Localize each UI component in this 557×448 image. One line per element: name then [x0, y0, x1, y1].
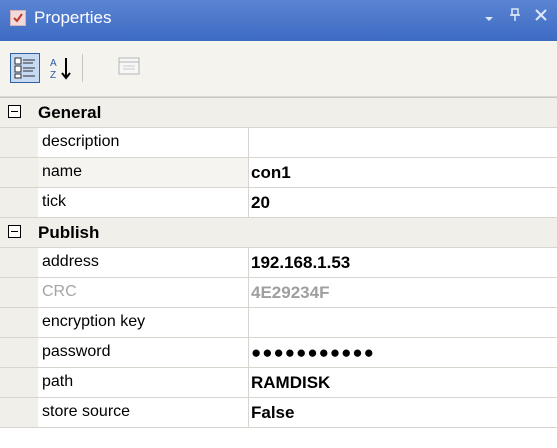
property-name: password — [38, 338, 249, 367]
property-name: name — [38, 158, 249, 187]
property-row-crc[interactable]: CRC 4E29234F — [0, 278, 557, 308]
property-value[interactable]: RAMDISK — [251, 373, 330, 393]
property-name: tick — [38, 188, 249, 217]
close-icon[interactable] — [535, 8, 547, 25]
category-general[interactable]: General — [0, 98, 557, 128]
pin-icon[interactable] — [510, 8, 520, 26]
property-name: CRC — [38, 278, 249, 307]
property-row-password[interactable]: password ●●●●●●●●●●● — [0, 338, 557, 368]
properties-toolbar: A Z — [0, 41, 557, 97]
svg-text:A: A — [50, 58, 57, 69]
property-name: encryption key — [38, 308, 249, 337]
category-publish[interactable]: Publish — [0, 218, 557, 248]
property-row-path[interactable]: path RAMDISK — [0, 368, 557, 398]
property-row-description[interactable]: description — [0, 128, 557, 158]
collapse-icon[interactable] — [8, 105, 21, 118]
svg-text:Z: Z — [50, 70, 56, 81]
property-grid: General description name con1 tick 20 Pu… — [0, 97, 557, 428]
properties-titlebar: Properties — [0, 0, 557, 41]
categorized-icon[interactable] — [10, 53, 40, 83]
property-pages-icon — [116, 53, 146, 83]
property-row-encryption-key[interactable]: encryption key — [0, 308, 557, 338]
property-row-tick[interactable]: tick 20 — [0, 188, 557, 218]
category-label: Publish — [38, 223, 100, 242]
property-value[interactable]: False — [251, 403, 294, 423]
property-value[interactable]: ●●●●●●●●●●● — [251, 343, 375, 363]
collapse-icon[interactable] — [8, 225, 21, 238]
property-row-address[interactable]: address 192.168.1.53 — [0, 248, 557, 278]
property-name: path — [38, 368, 249, 397]
dropdown-icon[interactable] — [484, 10, 494, 27]
property-value[interactable]: 20 — [251, 193, 270, 213]
property-name: store source — [38, 398, 249, 427]
category-label: General — [38, 103, 102, 122]
property-name: address — [38, 248, 249, 277]
property-value[interactable]: 4E29234F — [251, 283, 329, 303]
property-row-name[interactable]: name con1 — [0, 158, 557, 188]
toolbar-separator — [82, 54, 83, 82]
property-value[interactable]: 192.168.1.53 — [251, 253, 350, 273]
alphabetical-sort-icon[interactable]: A Z — [47, 53, 77, 83]
property-value[interactable]: con1 — [251, 163, 291, 183]
property-row-store-source[interactable]: store source False — [0, 398, 557, 428]
window-title: Properties — [34, 8, 112, 27]
properties-icon — [10, 10, 26, 26]
property-name: description — [38, 128, 249, 157]
